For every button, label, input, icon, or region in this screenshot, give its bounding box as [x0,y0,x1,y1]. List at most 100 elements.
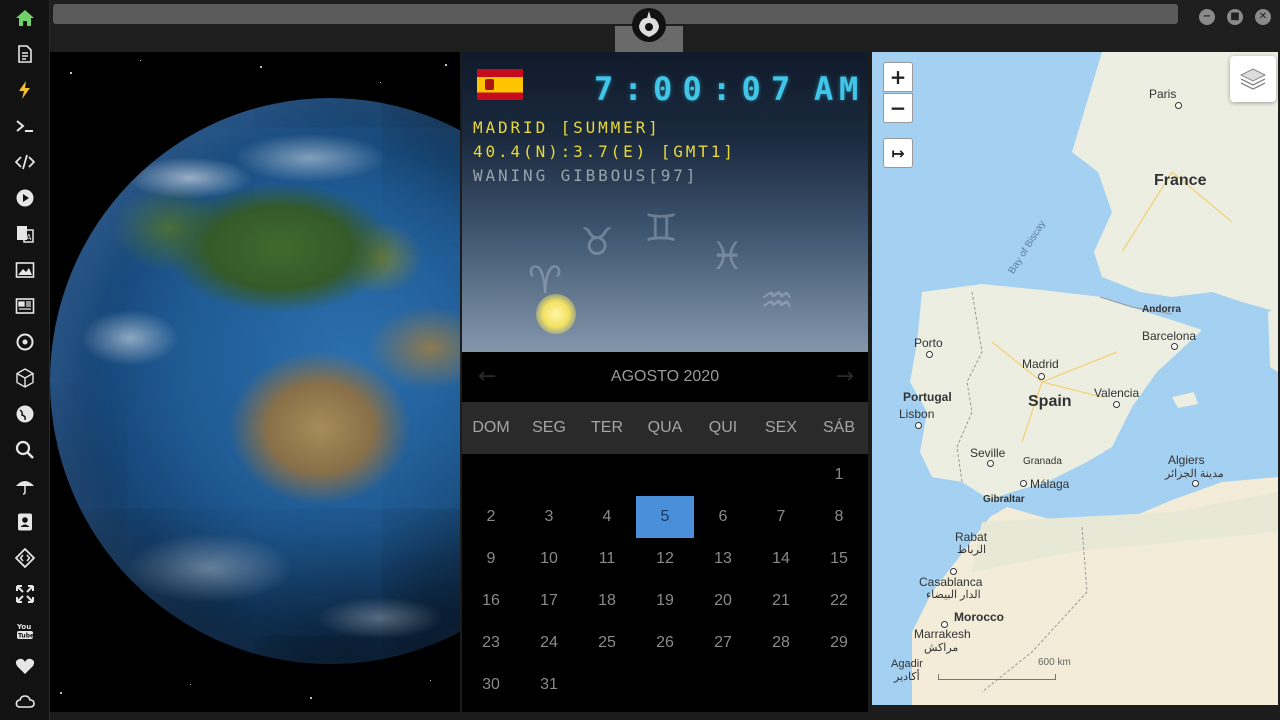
map-label-malaga: Málaga [1030,477,1070,491]
diamond-code-icon[interactable] [13,546,37,570]
calendar-day[interactable]: 17 [520,580,578,622]
layers-icon [1239,68,1267,90]
map-label-casablanca: Casablanca [919,575,983,589]
calendar-month-title: AGOSTO 2020 [610,368,720,385]
globe-panel[interactable] [50,52,460,712]
map-label-algiers: Algiers [1168,453,1205,467]
calendar-day[interactable]: 6 [694,496,752,538]
search-icon[interactable] [13,438,37,462]
play-icon[interactable] [13,186,37,210]
taurus-icon: ♉ [580,220,615,264]
pisces-icon: ♓ [710,234,745,278]
rebel-alliance-logo-icon[interactable] [630,6,668,44]
calendar-day[interactable]: 31 [520,664,578,706]
calendar: ← AGOSTO 2020 → DOM SEG TER QUA QUI SEX … [462,352,868,712]
left-sidebar: A You Tube [0,0,50,720]
globe-icon[interactable] [13,402,37,426]
close-button[interactable]: ✕ [1255,9,1271,25]
calendar-day[interactable]: 16 [462,580,520,622]
weekday-label: SEX [764,419,797,436]
city-label: MADRID [SUMMER] [473,118,661,137]
zoom-out-button[interactable]: − [883,93,913,123]
lightning-icon[interactable] [13,78,37,102]
calendar-day[interactable]: 1 [810,454,868,496]
map-label-lisbon: Lisbon [899,407,935,421]
map-label-casablanca-ar: الدار البيضاء [926,589,981,601]
map-label-agadir: Agadir [891,658,923,670]
weekday-label: QUI [708,419,738,436]
calendar-header: ← AGOSTO 2020 → [462,352,868,402]
expand-icon[interactable] [13,582,37,606]
coordinates-label: 40.4(N):3.7(E) [GMT1] [473,142,736,161]
calendar-day[interactable]: 19 [636,580,694,622]
calendar-day[interactable]: 22 [810,580,868,622]
minimize-button[interactable]: − [1199,9,1215,25]
calendar-day[interactable]: 30 [462,664,520,706]
spain-flag-icon [477,69,523,100]
calendar-day[interactable]: 3 [520,496,578,538]
calendar-day[interactable]: 29 [810,622,868,664]
gear-icon[interactable] [13,330,37,354]
map-label-spain: Spain [1028,393,1072,410]
moon-phase-label: WANING GIBBOUS[97] [473,166,699,185]
calendar-day[interactable]: 8 [810,496,868,538]
maximize-button[interactable]: ■ [1227,9,1243,25]
map-label-andorra: Andorra [1142,304,1181,315]
gemini-icon: ♊ [644,206,679,250]
calendar-day[interactable]: 10 [520,538,578,580]
calendar-day[interactable]: 23 [462,622,520,664]
calendar-day[interactable]: 28 [752,622,810,664]
cube-icon[interactable] [13,366,37,390]
terminal-icon[interactable] [13,114,37,138]
calendar-day[interactable]: 2 [462,496,520,538]
calendar-day[interactable]: 21 [752,580,810,622]
next-month-button[interactable]: → [836,364,854,389]
weekday-label: QUA [647,419,683,436]
calendar-day[interactable]: 25 [578,622,636,664]
map-pin-button[interactable]: ↦ [883,138,913,168]
calendar-day[interactable]: 14 [752,538,810,580]
map-view[interactable]: Paris France Bay of Biscay Andorra Porto… [872,52,1278,705]
calendar-day[interactable]: 9 [462,538,520,580]
zoom-in-button[interactable]: + [883,62,913,92]
calendar-day[interactable]: 18 [578,580,636,622]
home-icon[interactable] [13,6,37,30]
youtube-icon[interactable]: You Tube [13,618,37,642]
calendar-day[interactable]: 24 [520,622,578,664]
calendar-day[interactable]: 11 [578,538,636,580]
heart-icon[interactable] [13,654,37,678]
calendar-day[interactable]: 4 [578,496,636,538]
address-bar[interactable] [53,4,1178,24]
aquarius-icon: ♒ [760,278,795,322]
calendar-day[interactable]: 7 [752,496,810,538]
calendar-day[interactable]: 27 [694,622,752,664]
map-label-portugal: Portugal [903,390,952,404]
top-bar: − ■ ✕ [50,0,1280,52]
map-label-valencia: Valencia [1094,386,1140,400]
map-label-marrakesh: Marrakesh [914,627,971,641]
weekday-label: SÁB [822,419,855,436]
calendar-day[interactable]: 15 [810,538,868,580]
calendar-day[interactable]: 20 [694,580,752,622]
image-icon[interactable] [13,258,37,282]
map-label-rabat: Rabat [955,530,988,544]
document-icon[interactable] [13,42,37,66]
newspaper-icon[interactable] [13,294,37,318]
map-scale-label: 600 km [1038,657,1071,668]
umbrella-icon[interactable] [13,474,37,498]
sun-icon [536,294,576,334]
cloud-icon[interactable] [13,690,37,714]
clock-time: 7:00:07 [594,70,801,108]
svg-text:Tube: Tube [18,633,34,640]
contact-card-icon[interactable] [13,510,37,534]
map-label-paris: Paris [1149,87,1177,101]
layers-button[interactable] [1230,56,1276,102]
map-label-gibraltar: Gibraltar [983,494,1025,505]
calendar-day[interactable]: 13 [694,538,752,580]
calendar-day[interactable]: 5 [636,496,694,538]
translate-icon[interactable]: A [13,222,37,246]
weekday-label: SEG [532,419,566,436]
calendar-day[interactable]: 12 [636,538,694,580]
calendar-day[interactable]: 26 [636,622,694,664]
code-icon[interactable] [13,150,37,174]
